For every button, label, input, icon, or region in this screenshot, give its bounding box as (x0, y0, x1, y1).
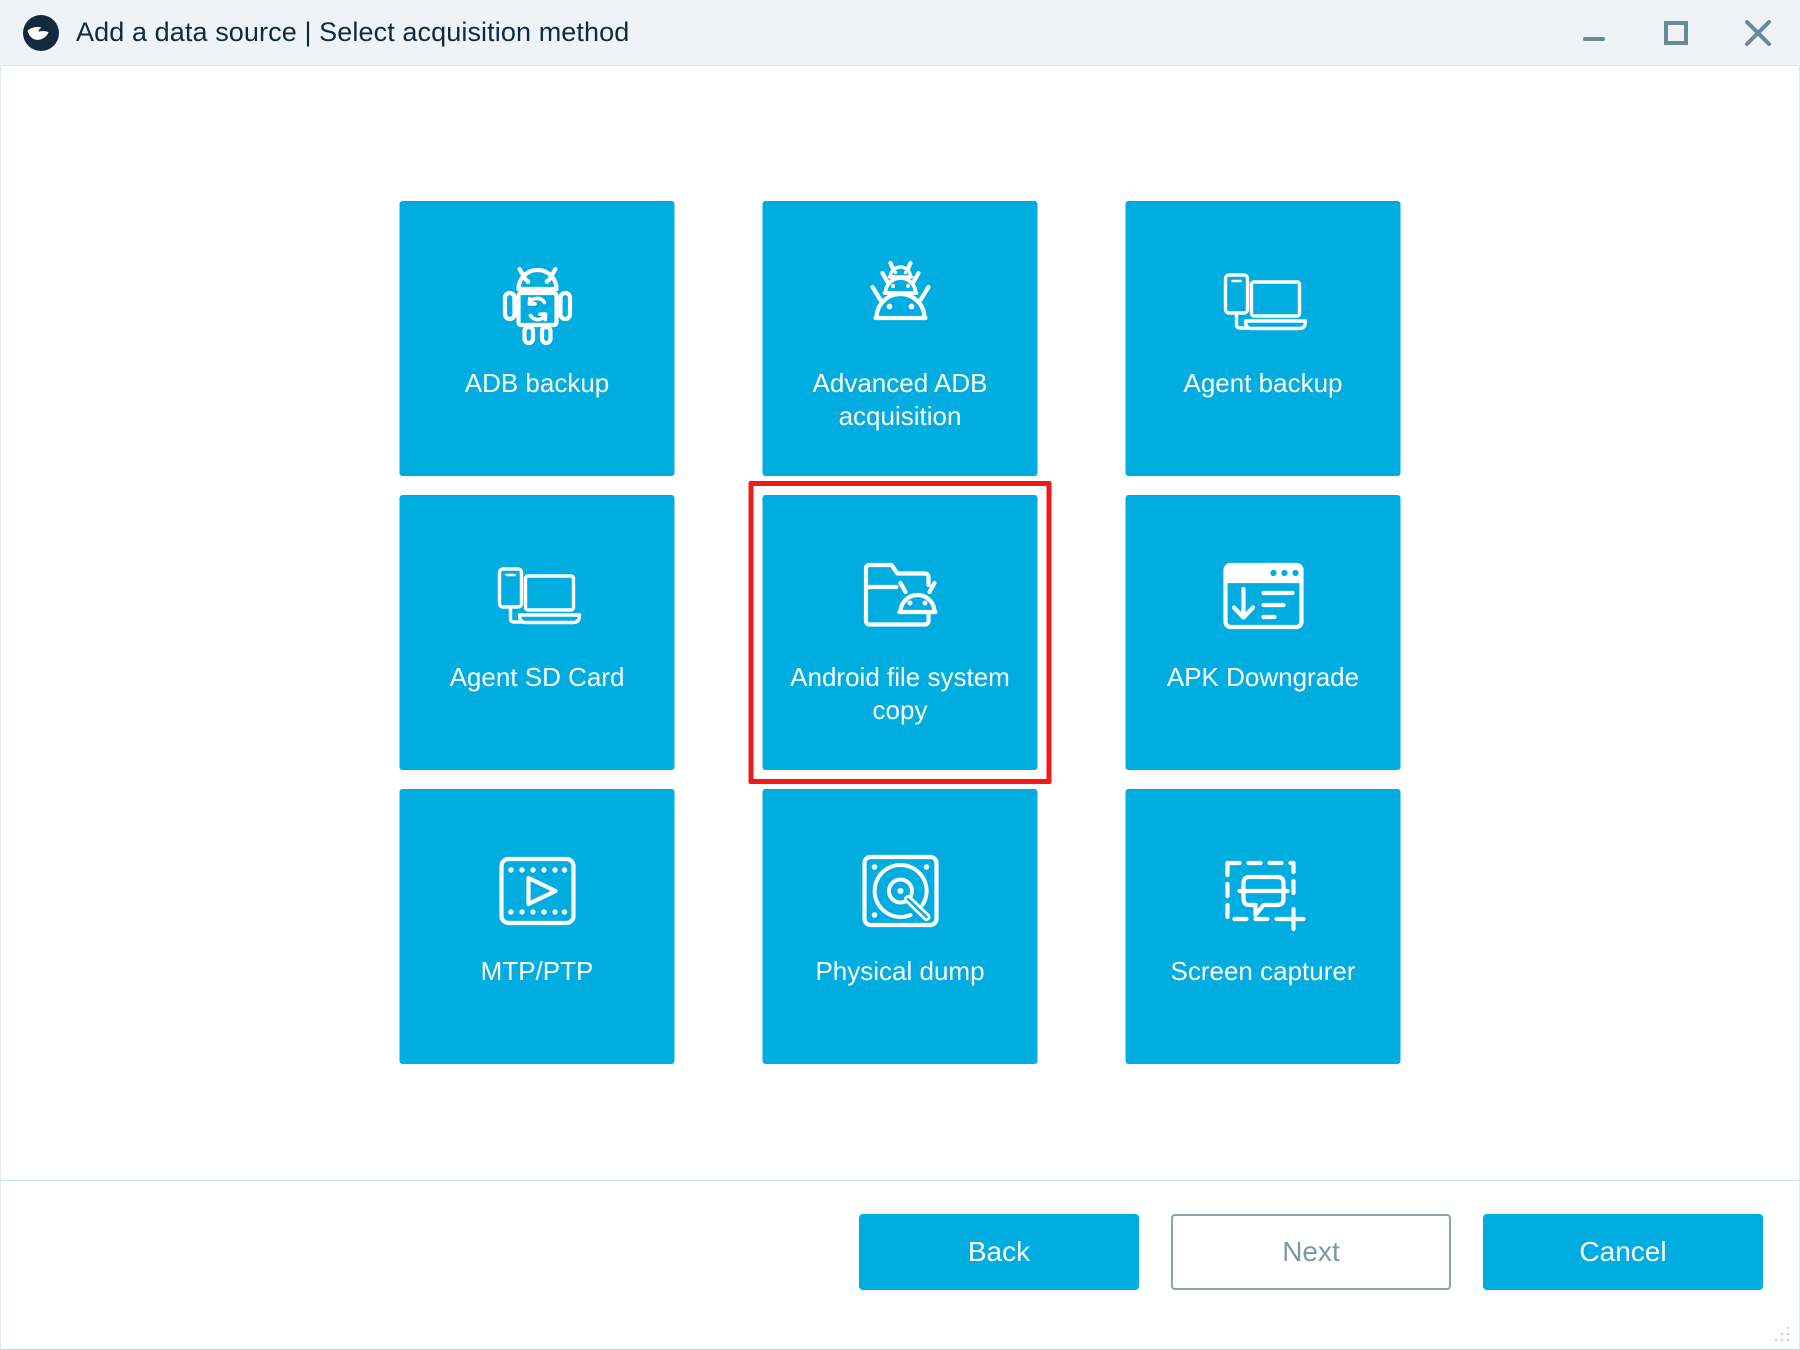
tile-agent-sd-card[interactable]: Agent SD Card (399, 495, 675, 770)
acquisition-method-grid: ADB backup Advanced ADB acquisition Agen… (399, 201, 1401, 1064)
title-bar: Add a data source | Select acquisition m… (0, 0, 1800, 66)
cancel-button[interactable]: Cancel (1483, 1214, 1763, 1290)
tile-wrap-adb-backup: ADB backup (399, 201, 675, 476)
tile-wrap-advanced-adb-acquisition: Advanced ADB acquisition (762, 201, 1038, 476)
tile-label: Agent backup (1183, 368, 1343, 398)
tile-wrap-screen-capturer: Screen capturer (1125, 789, 1401, 1064)
film-strip-play-icon (487, 841, 587, 941)
page-title: Add a data source | Select acquisition m… (76, 17, 630, 47)
tile-label: Screen capturer (1170, 956, 1356, 986)
window-controls (1570, 0, 1782, 66)
tile-label: Advanced ADB acquisition (812, 368, 988, 431)
folder-android-icon (850, 547, 950, 647)
tile-mtp-ptp[interactable]: MTP/PTP (399, 789, 675, 1064)
next-button[interactable]: Next (1171, 1214, 1451, 1290)
minimize-icon[interactable] (1570, 9, 1618, 57)
tile-advanced-adb-acquisition[interactable]: Advanced ADB acquisition (762, 201, 1038, 476)
screen-capture-icon (1213, 841, 1313, 941)
android-heads-stack-icon (850, 253, 950, 353)
tile-wrap-agent-backup: Agent backup (1125, 201, 1401, 476)
tile-wrap-android-file-system-copy: Android file system copy (748, 481, 1052, 784)
add-data-source-dialog: Add a data source | Select acquisition m… (0, 0, 1800, 1350)
tile-label: ADB backup (464, 368, 610, 398)
android-robot-sync-icon (487, 253, 587, 353)
phone-laptop-icon (1213, 253, 1313, 353)
resize-grip[interactable] (1772, 1324, 1792, 1344)
close-icon[interactable] (1734, 9, 1782, 57)
window-download-list-icon (1213, 547, 1313, 647)
tile-label: MTP/PTP (480, 956, 594, 986)
phone-laptop-icon (487, 547, 587, 647)
tile-screen-capturer[interactable]: Screen capturer (1125, 789, 1401, 1064)
tile-agent-backup[interactable]: Agent backup (1125, 201, 1401, 476)
tile-wrap-mtp-ptp: MTP/PTP (399, 789, 675, 1064)
tile-label: Physical dump (815, 956, 985, 986)
dialog-footer: Back Next Cancel (0, 1180, 1800, 1350)
back-button[interactable]: Back (859, 1214, 1139, 1290)
acquisition-method-content: ADB backup Advanced ADB acquisition Agen… (0, 66, 1800, 1180)
swift-bird-logo-icon (22, 14, 60, 52)
maximize-icon[interactable] (1652, 9, 1700, 57)
tile-label: Android file system copy (790, 662, 1010, 725)
tile-android-file-system-copy[interactable]: Android file system copy (762, 495, 1038, 770)
hard-disk-icon (850, 841, 950, 941)
tile-wrap-apk-downgrade: APK Downgrade (1125, 495, 1401, 770)
tile-adb-backup[interactable]: ADB backup (399, 201, 675, 476)
tile-apk-downgrade[interactable]: APK Downgrade (1125, 495, 1401, 770)
tile-label: Agent SD Card (449, 662, 625, 692)
tile-wrap-agent-sd-card: Agent SD Card (399, 495, 675, 770)
tile-label: APK Downgrade (1166, 662, 1360, 692)
tile-wrap-physical-dump: Physical dump (762, 789, 1038, 1064)
tile-physical-dump[interactable]: Physical dump (762, 789, 1038, 1064)
